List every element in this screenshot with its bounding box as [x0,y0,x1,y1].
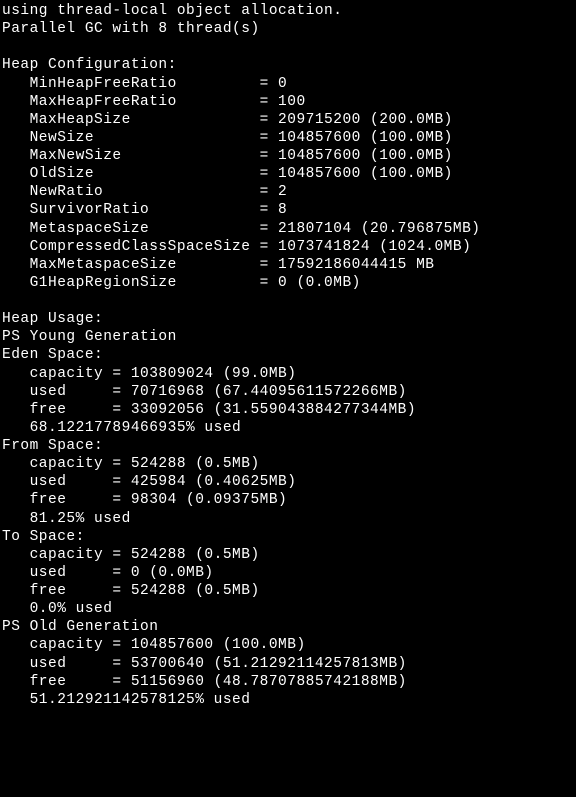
terminal-output: using thread-local object allocation. Pa… [0,0,576,711]
